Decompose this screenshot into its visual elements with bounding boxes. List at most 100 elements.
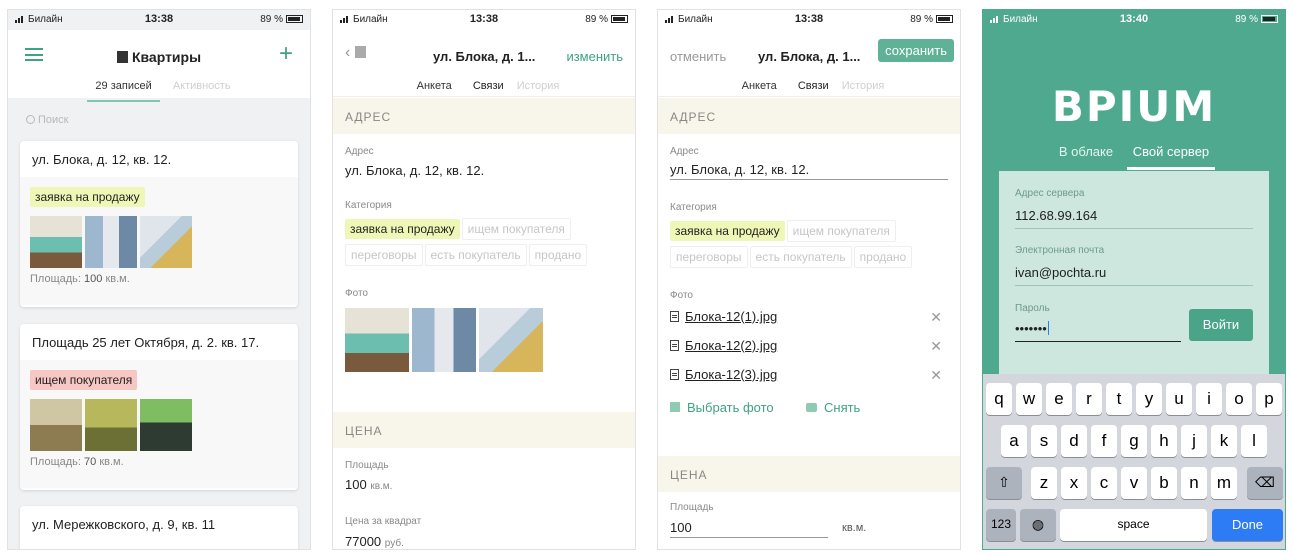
done-key[interactable]: Done: [1212, 509, 1283, 541]
tab-records[interactable]: 29 записей: [87, 80, 160, 102]
area-label: Площадь: [670, 502, 714, 513]
key[interactable]: x: [1061, 467, 1087, 499]
list-item[interactable]: ул. Блока, д. 12, кв. 12. заявка на прод…: [20, 141, 298, 307]
list-item[interactable]: ул. Мережковского, д. 9, кв. 11: [20, 506, 298, 549]
phone-list-screen: Билайн 13:38 89 % Квартиры + 29 записей …: [7, 9, 311, 550]
take-photo-button[interactable]: Снять: [806, 400, 860, 415]
photo-thumbnail[interactable]: [30, 399, 82, 451]
key[interactable]: u: [1166, 383, 1192, 415]
key[interactable]: q: [986, 383, 1012, 415]
category-options: заявка на продажу ищем покупателя перегово…: [345, 218, 630, 270]
photo-thumbnails: [30, 216, 288, 268]
key[interactable]: l: [1241, 425, 1267, 457]
shift-key[interactable]: ⇧: [986, 467, 1022, 499]
key[interactable]: g: [1121, 425, 1147, 457]
tab-history[interactable]: История: [842, 80, 885, 100]
key[interactable]: i: [1196, 383, 1222, 415]
photo-thumbnail[interactable]: [85, 216, 137, 268]
key[interactable]: d: [1061, 425, 1087, 457]
close-icon[interactable]: ✕: [930, 309, 942, 326]
category-option[interactable]: продано: [853, 246, 913, 268]
close-icon[interactable]: ✕: [930, 338, 942, 355]
tab-links[interactable]: Связи: [798, 80, 829, 100]
photo-thumbnail[interactable]: [30, 216, 82, 268]
tab-links[interactable]: Связи: [473, 80, 504, 100]
photo-thumbnail[interactable]: [140, 399, 192, 451]
key[interactable]: z: [1031, 467, 1057, 499]
login-button[interactable]: Войти: [1189, 309, 1253, 341]
category-option-selected[interactable]: заявка на продажу: [670, 221, 785, 241]
key[interactable]: n: [1181, 467, 1207, 499]
file-name[interactable]: Блока-12(3).jpg: [685, 367, 777, 382]
key[interactable]: a: [1001, 425, 1027, 457]
category-option[interactable]: ищем покупателя: [786, 220, 896, 242]
tab-own-server[interactable]: Свой сервер: [1126, 144, 1216, 170]
address-field[interactable]: ул. Блока, д. 12, кв. 12.: [670, 162, 948, 180]
list-item[interactable]: Площадь 25 лет Октября, д. 2. кв. 17. ищ…: [20, 324, 298, 490]
key[interactable]: t: [1106, 383, 1132, 415]
key[interactable]: h: [1151, 425, 1177, 457]
status-bar: Билайн 13:38 89 %: [8, 10, 310, 30]
key[interactable]: b: [1151, 467, 1177, 499]
key[interactable]: j: [1181, 425, 1207, 457]
battery: 89 %: [585, 14, 628, 25]
tab-history[interactable]: История: [517, 80, 560, 100]
file-item: Блока-12(2).jpg ✕: [670, 338, 948, 358]
key[interactable]: v: [1121, 467, 1147, 499]
address-label: Адрес: [670, 146, 699, 157]
card-area: Площадь: 100 кв.м.: [30, 273, 130, 285]
choose-photo-button[interactable]: Выбрать фото: [670, 400, 774, 415]
save-button[interactable]: сохранить: [878, 39, 954, 62]
key[interactable]: r: [1076, 383, 1102, 415]
login-form: Адрес сервера 112.68.99.164 Электронная …: [999, 171, 1269, 381]
key[interactable]: w: [1016, 383, 1042, 415]
photo-thumbnail[interactable]: [479, 308, 543, 372]
card-area: Площадь: 70 кв.м.: [30, 456, 124, 468]
email-field[interactable]: ivan@pochta.ru: [1015, 265, 1253, 286]
close-icon[interactable]: ✕: [930, 367, 942, 384]
key[interactable]: p: [1256, 383, 1282, 415]
file-name[interactable]: Блока-12(2).jpg: [685, 338, 777, 353]
backspace-key[interactable]: ⌫: [1247, 467, 1283, 499]
password-label: Пароль: [1015, 303, 1050, 314]
server-field[interactable]: 112.68.99.164: [1015, 208, 1253, 229]
back-icon[interactable]: ‹: [345, 44, 366, 62]
area-field[interactable]: 100: [670, 520, 828, 538]
search-input[interactable]: Поиск: [26, 114, 68, 126]
key[interactable]: s: [1031, 425, 1057, 457]
tab-cloud[interactable]: В облаке: [1053, 144, 1119, 167]
globe-icon[interactable]: ◍: [1020, 509, 1056, 541]
cancel-button[interactable]: отменить: [670, 49, 726, 64]
add-icon[interactable]: +: [279, 42, 293, 66]
photo-thumbnail[interactable]: [345, 308, 409, 372]
tab-bar: 29 записей Активность: [8, 80, 310, 102]
numbers-key[interactable]: 123: [986, 509, 1016, 541]
category-option[interactable]: переговоры: [670, 246, 748, 268]
category-option[interactable]: есть покупатель: [749, 246, 852, 268]
key[interactable]: o: [1226, 383, 1252, 415]
key[interactable]: y: [1136, 383, 1162, 415]
status-badge: заявка на продажу: [30, 187, 145, 207]
document-icon: [670, 369, 679, 380]
key[interactable]: k: [1211, 425, 1237, 457]
key[interactable]: m: [1211, 467, 1237, 499]
building-icon: [354, 46, 366, 58]
space-key[interactable]: space: [1060, 509, 1207, 541]
price-per-sqm-label: Цена за квадрат: [345, 516, 422, 527]
nav-header: ‹ ул. Блока, д. 1... изменить Анкета Свя…: [333, 30, 635, 102]
photo-thumbnail[interactable]: [412, 308, 476, 372]
edit-button[interactable]: изменить: [566, 49, 623, 64]
password-field[interactable]: •••••••: [1015, 321, 1181, 342]
tab-activity[interactable]: Активность: [173, 80, 231, 100]
photo-thumbnail[interactable]: [140, 216, 192, 268]
address-label: Адрес: [345, 146, 374, 157]
key[interactable]: c: [1091, 467, 1117, 499]
key[interactable]: f: [1091, 425, 1117, 457]
battery-icon: [611, 15, 628, 24]
category-options: заявка на продажу ищем покупателя перегово…: [670, 220, 955, 272]
key[interactable]: e: [1046, 383, 1072, 415]
file-name[interactable]: Блока-12(1).jpg: [685, 309, 777, 324]
photo-thumbnail[interactable]: [85, 399, 137, 451]
status-badge: ищем покупателя: [30, 370, 138, 390]
section-address: АДРЕС: [658, 98, 960, 134]
